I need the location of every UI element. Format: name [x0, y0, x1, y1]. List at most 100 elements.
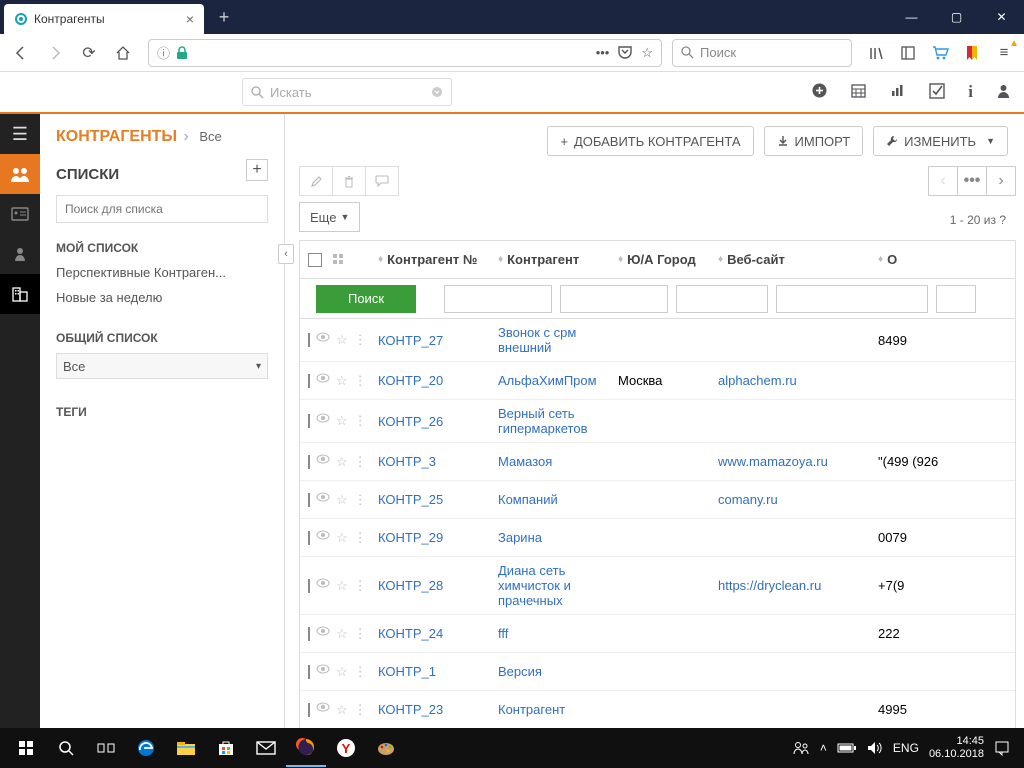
edit-button[interactable]: ИЗМЕНИТЬ▼	[873, 126, 1008, 156]
pencil-icon[interactable]	[299, 166, 333, 196]
tab-close-icon[interactable]: ×	[186, 11, 194, 27]
kebab-icon[interactable]: ⋮	[354, 454, 367, 470]
list-item[interactable]: Новые за неделю	[56, 290, 268, 305]
row-checkbox[interactable]	[308, 414, 310, 428]
eye-icon[interactable]	[316, 332, 330, 348]
row-checkbox[interactable]	[308, 627, 310, 641]
cell-number[interactable]: КОНТР_28	[370, 578, 490, 593]
pager-more[interactable]: •••	[957, 166, 987, 196]
cell-web[interactable]: comany.ru	[710, 492, 870, 507]
edge-app[interactable]	[126, 729, 166, 767]
window-maximize[interactable]: ▢	[934, 2, 979, 32]
lang-indicator[interactable]: ENG	[893, 741, 919, 755]
filter-city[interactable]	[676, 285, 768, 313]
list-search-input[interactable]	[56, 195, 268, 223]
cell-web[interactable]: www.mamazoya.ru	[710, 454, 870, 469]
star-icon[interactable]: ☆	[336, 373, 348, 389]
volume-icon[interactable]	[867, 741, 883, 755]
cell-number[interactable]: КОНТР_27	[370, 333, 490, 348]
nav-contacts[interactable]	[0, 154, 40, 194]
menu-icon[interactable]: ≡▲	[990, 39, 1018, 67]
sidebar-icon[interactable]	[894, 39, 922, 67]
eye-icon[interactable]	[316, 702, 330, 718]
nav-forward[interactable]	[40, 38, 70, 68]
pocket-icon[interactable]	[617, 45, 633, 61]
row-checkbox[interactable]	[308, 493, 310, 507]
kebab-icon[interactable]: ⋮	[354, 626, 367, 642]
checklist-icon[interactable]	[928, 82, 946, 102]
new-tab-button[interactable]: +	[210, 3, 238, 31]
import-button[interactable]: ИМПОРТ	[764, 126, 864, 156]
cell-name[interactable]: Верный сеть гипермаркетов	[490, 406, 610, 436]
kebab-icon[interactable]: ⋮	[354, 664, 367, 680]
col-web[interactable]: ♦Веб-сайт	[710, 252, 870, 267]
cell-web[interactable]: alphachem.ru	[710, 373, 870, 388]
panel-collapse-button[interactable]: ‹	[278, 244, 294, 264]
calendar-icon[interactable]	[850, 82, 867, 102]
star-icon[interactable]: ☆	[336, 702, 348, 718]
url-bar[interactable]: ⓘ ••• ☆	[148, 39, 662, 67]
cell-number[interactable]: КОНТР_26	[370, 414, 490, 429]
nav-person[interactable]	[0, 234, 40, 274]
cell-number[interactable]: КОНТР_24	[370, 626, 490, 641]
filter-phone[interactable]	[936, 285, 976, 313]
row-checkbox[interactable]	[308, 374, 310, 388]
row-checkbox[interactable]	[308, 333, 310, 347]
more-button[interactable]: Еще▼	[299, 202, 360, 232]
nav-building[interactable]	[0, 274, 40, 314]
cell-number[interactable]: КОНТР_29	[370, 530, 490, 545]
common-list-select[interactable]: Все ▾	[56, 353, 268, 379]
cart-icon[interactable]	[926, 39, 954, 67]
kebab-icon[interactable]: ⋮	[354, 702, 367, 718]
firefox-app[interactable]	[286, 729, 326, 767]
row-checkbox[interactable]	[308, 665, 310, 679]
chart-icon[interactable]	[889, 82, 906, 102]
kebab-icon[interactable]: ⋮	[354, 578, 367, 594]
table-search-button[interactable]: Поиск	[316, 285, 416, 313]
add-circle-icon[interactable]	[811, 82, 828, 102]
cell-number[interactable]: КОНТР_25	[370, 492, 490, 507]
user-icon[interactable]	[995, 82, 1012, 102]
library-icon[interactable]	[862, 39, 890, 67]
info-icon[interactable]: i	[968, 82, 973, 102]
page-actions-icon[interactable]: •••	[596, 45, 610, 61]
cell-name[interactable]: Диана сеть химчисток и прачечных	[490, 563, 610, 608]
eye-icon[interactable]	[316, 492, 330, 508]
battery-icon[interactable]	[837, 742, 857, 754]
kebab-icon[interactable]: ⋮	[354, 413, 367, 429]
add-counterparty-button[interactable]: +ДОБАВИТЬ КОНТРАГЕНТА	[547, 126, 753, 156]
pager-prev[interactable]: ‹	[928, 166, 958, 196]
filter-num[interactable]	[444, 285, 552, 313]
comment-icon[interactable]	[365, 166, 399, 196]
nav-menu[interactable]: ☰	[0, 114, 40, 154]
cell-name[interactable]: Мамазоя	[490, 454, 610, 469]
cell-name[interactable]: АльфаХимПром	[490, 373, 610, 388]
browser-search[interactable]: Поиск	[672, 39, 852, 67]
cell-name[interactable]: Зарина	[490, 530, 610, 545]
window-close[interactable]: ✕	[979, 2, 1024, 32]
row-checkbox[interactable]	[308, 703, 310, 717]
kebab-icon[interactable]: ⋮	[354, 530, 367, 546]
bookmark-star-icon[interactable]: ☆	[641, 45, 653, 61]
store-app[interactable]	[206, 729, 246, 767]
window-minimize[interactable]: —	[889, 2, 934, 32]
filter-name[interactable]	[560, 285, 668, 313]
star-icon[interactable]: ☆	[336, 530, 348, 546]
cell-number[interactable]: КОНТР_1	[370, 664, 490, 679]
add-list-button[interactable]: +	[246, 159, 268, 181]
eye-icon[interactable]	[316, 626, 330, 642]
eye-icon[interactable]	[316, 530, 330, 546]
cell-name[interactable]: Контрагент	[490, 702, 610, 717]
nav-home[interactable]	[108, 38, 138, 68]
nav-back[interactable]	[6, 38, 36, 68]
col-name[interactable]: ♦Контрагент	[490, 252, 610, 267]
star-icon[interactable]: ☆	[336, 454, 348, 470]
cell-name[interactable]: Звонок с срм внешний	[490, 325, 610, 355]
star-icon[interactable]: ☆	[336, 413, 348, 429]
trash-icon[interactable]	[332, 166, 366, 196]
browser-tab[interactable]: Контрагенты ×	[4, 4, 204, 34]
grid-view-icon[interactable]	[332, 253, 345, 266]
people-icon[interactable]	[792, 740, 810, 756]
kebab-icon[interactable]: ⋮	[354, 492, 367, 508]
col-number[interactable]: ♦Контрагент №	[370, 252, 490, 267]
